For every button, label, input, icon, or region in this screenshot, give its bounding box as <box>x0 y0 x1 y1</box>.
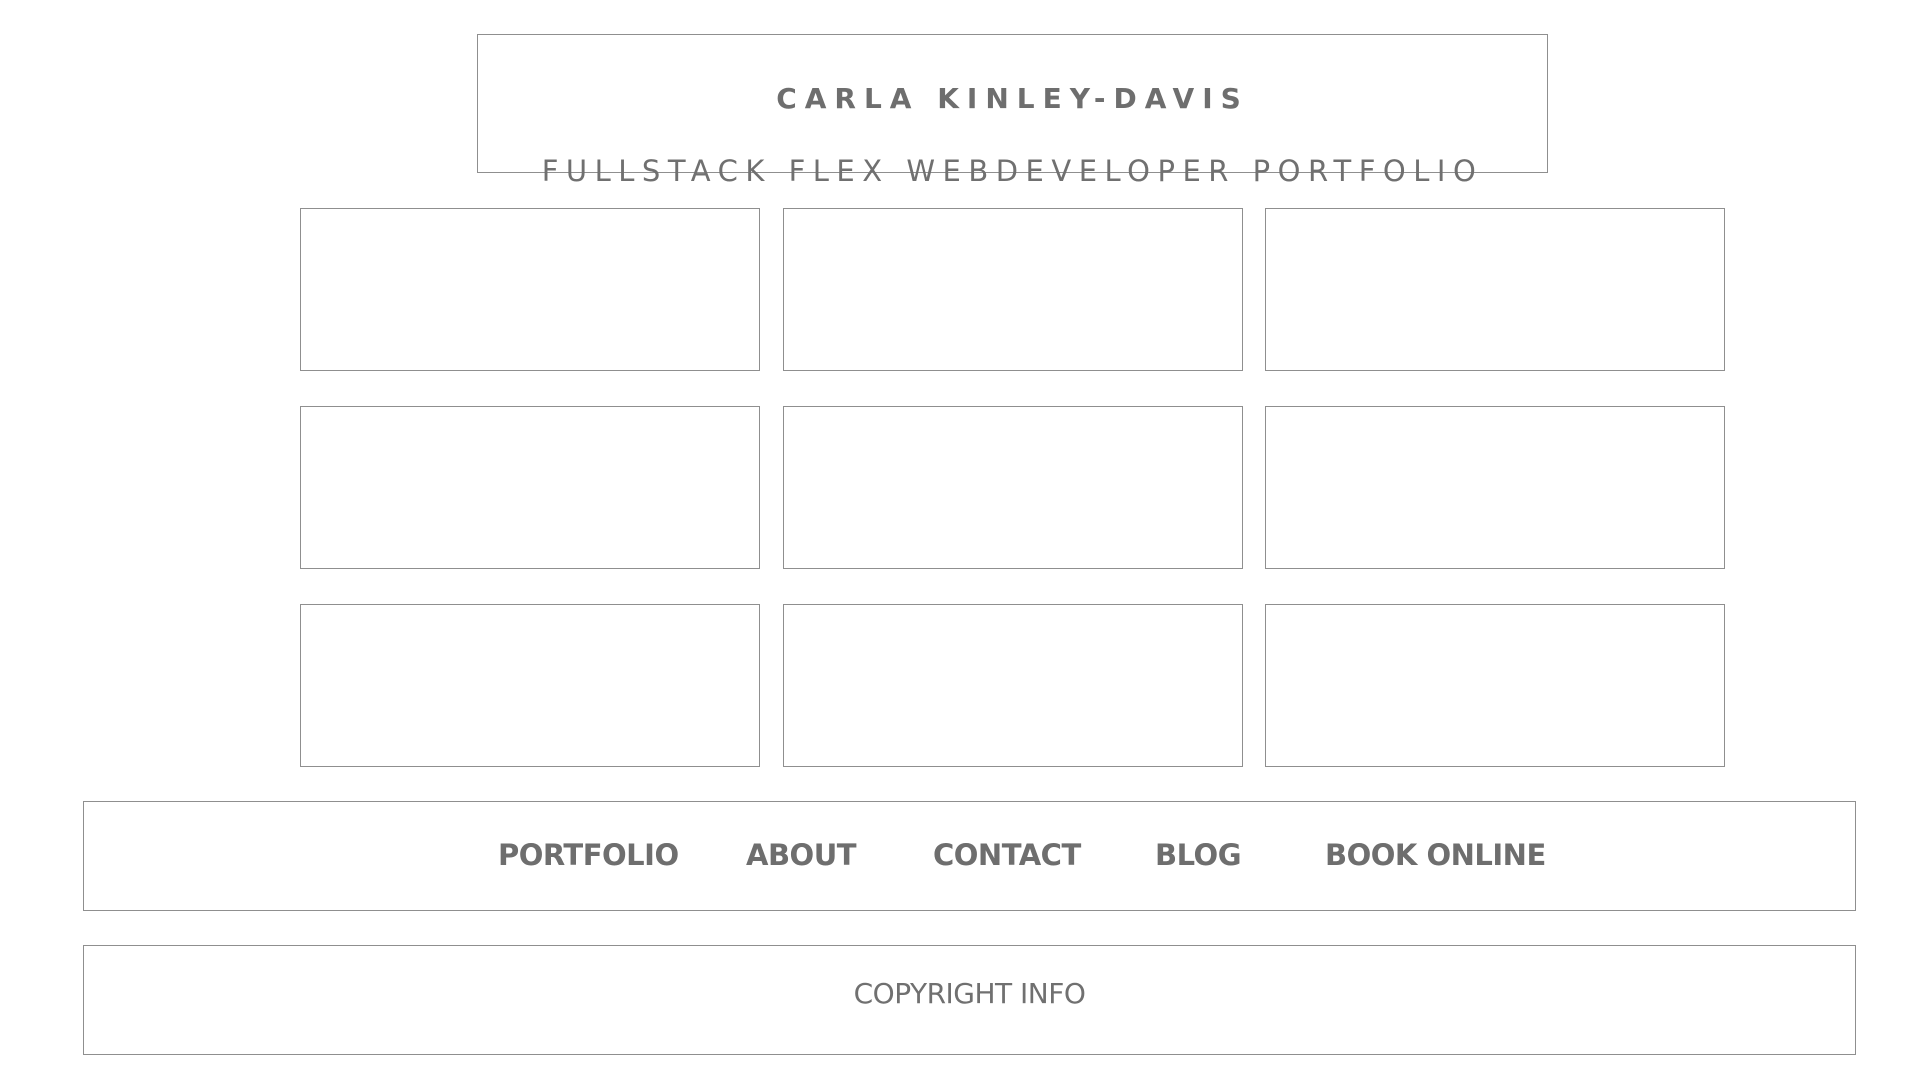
site-header: CARLA KINLEY-DAVIS FULLSTACK FLEX WEBDEV… <box>477 34 1548 186</box>
site-subtitle: FULLSTACK FLEX WEBDEVELOPER PORTFOLIO <box>541 154 1484 188</box>
nav-item-portfolio[interactable]: PORTFOLIO <box>498 841 679 870</box>
copyright-info: COPYRIGHT INFO <box>853 977 1086 1010</box>
nav-item-contact[interactable]: CONTACT <box>933 841 1081 870</box>
portfolio-tile-1[interactable] <box>300 208 760 371</box>
site-footer: COPYRIGHT INFO <box>83 945 1856 1055</box>
nav-item-about[interactable]: ABOUT <box>746 841 857 870</box>
portfolio-tile-5[interactable] <box>783 406 1243 569</box>
nav-item-blog[interactable]: BLOG <box>1155 841 1242 870</box>
portfolio-tile-4[interactable] <box>300 406 760 569</box>
portfolio-tile-6[interactable] <box>1265 406 1725 569</box>
site-name: CARLA KINLEY-DAVIS <box>776 82 1249 115</box>
portfolio-tile-2[interactable] <box>783 208 1243 371</box>
nav-item-book-online[interactable]: BOOK ONLINE <box>1325 841 1546 870</box>
portfolio-tile-3[interactable] <box>1265 208 1725 371</box>
portfolio-tile-8[interactable] <box>783 604 1243 767</box>
main-nav: PORTFOLIO ABOUT CONTACT BLOG BOOK ONLINE <box>83 801 1856 911</box>
portfolio-tile-9[interactable] <box>1265 604 1725 767</box>
portfolio-tile-7[interactable] <box>300 604 760 767</box>
